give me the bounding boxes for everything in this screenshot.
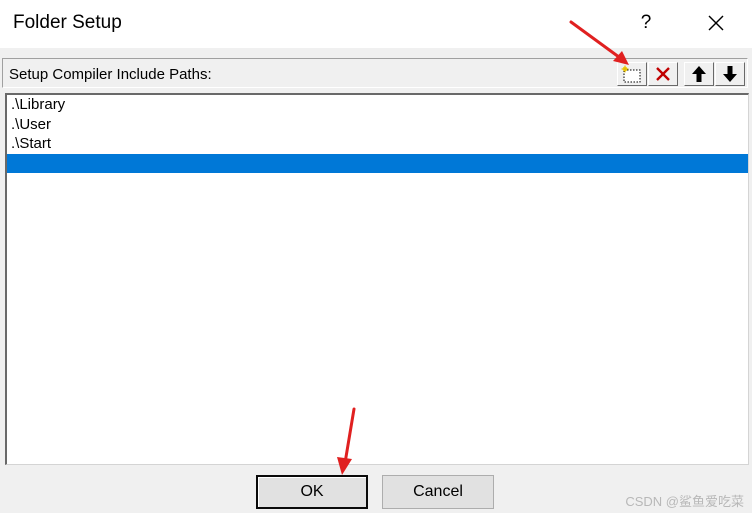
arrow-down-icon — [723, 66, 737, 82]
help-button[interactable]: ? — [624, 6, 668, 40]
ok-button[interactable]: OK — [256, 475, 368, 509]
include-paths-list[interactable]: .\Library .\User .\Start — [5, 93, 749, 465]
dialog-title: Folder Setup — [13, 12, 122, 33]
move-up-button[interactable] — [684, 62, 714, 86]
watermark: CSDN @鲨鱼爱吃菜 — [625, 494, 744, 509]
list-item[interactable]: .\Library — [7, 95, 748, 115]
folder-setup-dialog: Folder Setup ? Setup Compiler Include Pa… — [0, 0, 752, 513]
cancel-button[interactable]: Cancel — [382, 475, 494, 509]
delete-button[interactable] — [648, 62, 678, 86]
delete-x-icon — [656, 67, 670, 81]
list-item[interactable]: .\User — [7, 115, 748, 135]
list-item-new-entry[interactable] — [7, 153, 748, 173]
list-item[interactable]: .\Start — [7, 134, 748, 154]
close-button[interactable] — [694, 6, 738, 40]
close-icon — [708, 15, 724, 31]
new-folder-button[interactable] — [617, 62, 647, 86]
new-folder-icon — [621, 65, 641, 83]
list-header: Setup Compiler Include Paths: — [2, 58, 748, 88]
include-paths-group: Setup Compiler Include Paths: .\Library … — [0, 48, 752, 513]
title-bar: Folder Setup ? — [0, 0, 752, 48]
move-down-button[interactable] — [715, 62, 745, 86]
list-header-label: Setup Compiler Include Paths: — [9, 66, 212, 83]
arrow-up-icon — [692, 66, 706, 82]
